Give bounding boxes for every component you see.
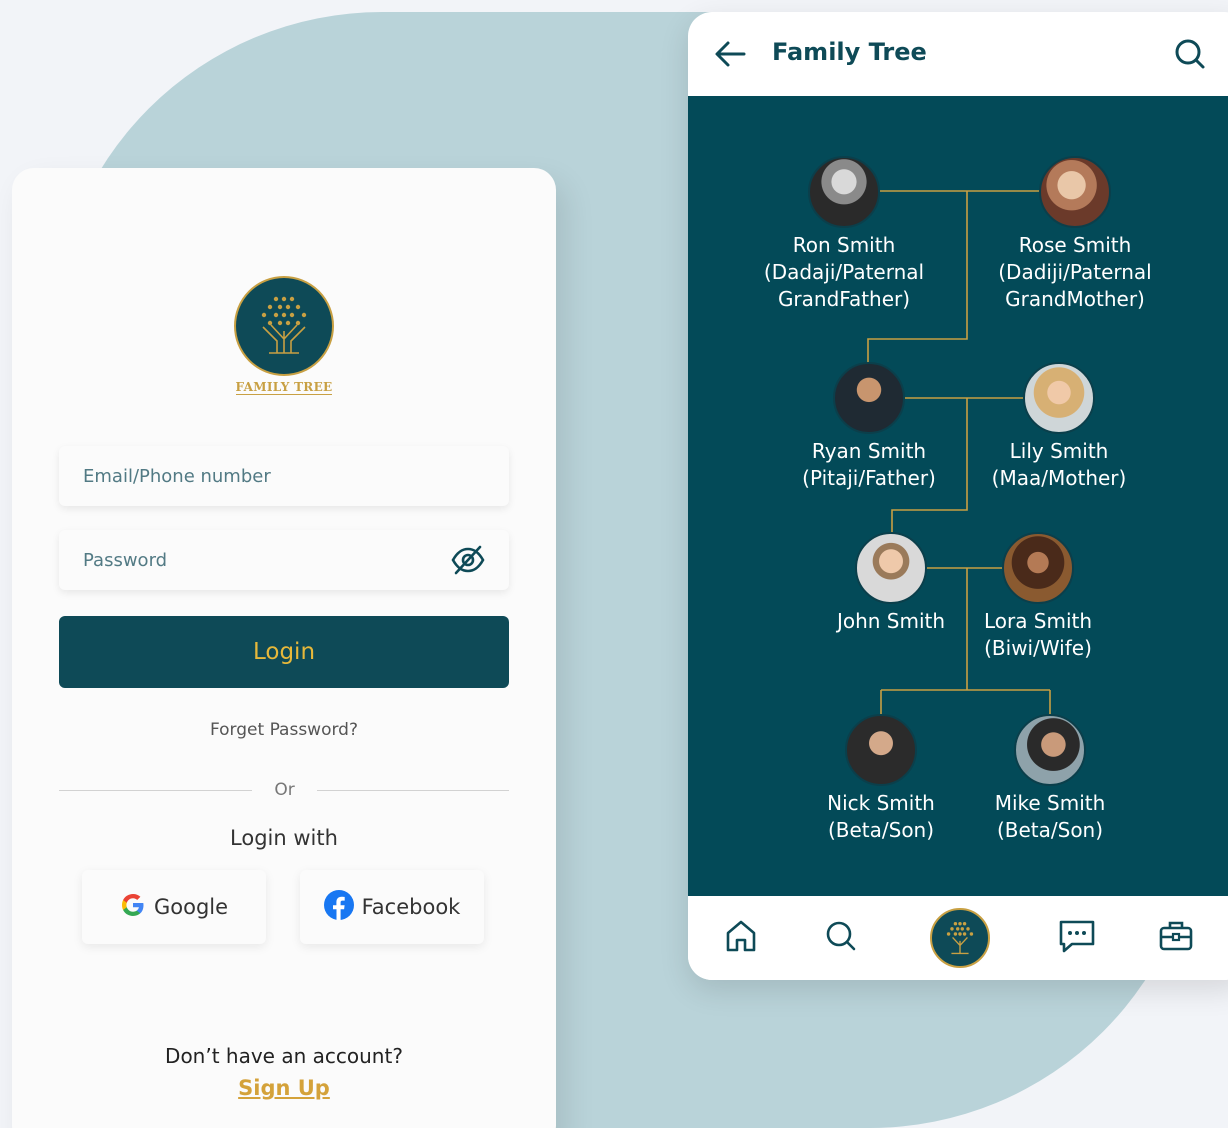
person-relation: (Beta/Son): [996, 818, 1104, 842]
person-relation: (Biwi/Wife): [984, 636, 1092, 660]
avatar: [1023, 362, 1095, 434]
search-icon[interactable]: [1174, 38, 1206, 74]
email-field[interactable]: Email/Phone number: [59, 446, 509, 506]
person-lora-smith[interactable]: Lora Smith (Biwi/Wife): [933, 532, 1143, 662]
avatar: [1039, 156, 1111, 228]
avatar: [808, 156, 880, 228]
no-account-text: Don’t have an account?: [165, 1044, 403, 1068]
email-placeholder: Email/Phone number: [83, 465, 271, 487]
person-name: Ron Smith: [792, 233, 896, 257]
google-icon: [120, 892, 146, 923]
signup-label: Sign Up: [238, 1076, 330, 1100]
person-mike-smith[interactable]: Mike Smith (Beta/Son): [945, 714, 1155, 844]
family-tree-view: Ron Smith (Dadaji/Paternal GrandFather) …: [688, 96, 1228, 896]
avatar: [855, 532, 927, 604]
person-name: Lora Smith: [983, 609, 1093, 633]
divider-left: [59, 790, 252, 791]
person-rose-smith[interactable]: Rose Smith (Dadiji/Paternal GrandMother): [970, 156, 1180, 313]
facebook-login-button[interactable]: Facebook: [300, 870, 484, 944]
family-tree-screen: Family Tree Ron Smith (Dadaji/Paternal G…: [688, 12, 1228, 980]
avatar: [845, 714, 917, 786]
signup-link[interactable]: Sign Up: [59, 1076, 509, 1100]
logo-text: FAMILY TREE: [235, 380, 333, 395]
person-name: Ryan Smith: [811, 439, 927, 463]
avatar: [1014, 714, 1086, 786]
search-icon[interactable]: [824, 918, 858, 958]
person-relation: (Pitaji/Father): [802, 466, 936, 490]
tree-logo-icon: [234, 276, 334, 376]
family-tree-logo-icon[interactable]: [930, 908, 990, 968]
divider-right: [317, 790, 509, 791]
person-lily-smith[interactable]: Lily Smith (Maa/Mother): [954, 362, 1164, 492]
login-button[interactable]: Login: [59, 616, 509, 688]
person-relation: (Dadaji/Paternal GrandFather): [763, 260, 925, 311]
person-ryan-smith[interactable]: Ryan Smith (Pitaji/Father): [764, 362, 974, 492]
page-title: Family Tree: [772, 38, 927, 66]
person-ron-smith[interactable]: Ron Smith (Dadaji/Paternal GrandFather): [739, 156, 949, 313]
bottom-nav: [688, 896, 1228, 980]
back-arrow-icon[interactable]: [714, 40, 746, 72]
login-with-label: Login with: [230, 826, 338, 850]
top-bar: Family Tree: [688, 12, 1228, 96]
avatar: [1002, 532, 1074, 604]
avatar: [833, 362, 905, 434]
login-card: FAMILY TREE Email/Phone number Password …: [12, 168, 556, 1128]
google-login-button[interactable]: Google: [82, 870, 266, 944]
password-placeholder: Password: [83, 549, 168, 571]
person-name: Lily Smith: [1009, 439, 1109, 463]
briefcase-icon[interactable]: [1158, 918, 1194, 958]
chat-icon[interactable]: [1058, 918, 1096, 958]
person-name: Rose Smith: [1018, 233, 1132, 257]
forgot-password-link[interactable]: Forget Password?: [59, 720, 509, 740]
or-label: Or: [274, 780, 295, 800]
eye-off-icon[interactable]: [451, 544, 485, 581]
facebook-label: Facebook: [361, 895, 461, 919]
password-field[interactable]: Password: [59, 530, 509, 590]
logo: FAMILY TREE: [232, 276, 336, 395]
home-icon[interactable]: [724, 918, 758, 958]
person-name: Mike Smith: [994, 791, 1106, 815]
google-label: Google: [153, 895, 229, 919]
person-relation: (Maa/Mother): [991, 466, 1127, 490]
facebook-icon: [323, 889, 354, 925]
person-relation: (Dadiji/Paternal GrandMother): [998, 260, 1152, 311]
